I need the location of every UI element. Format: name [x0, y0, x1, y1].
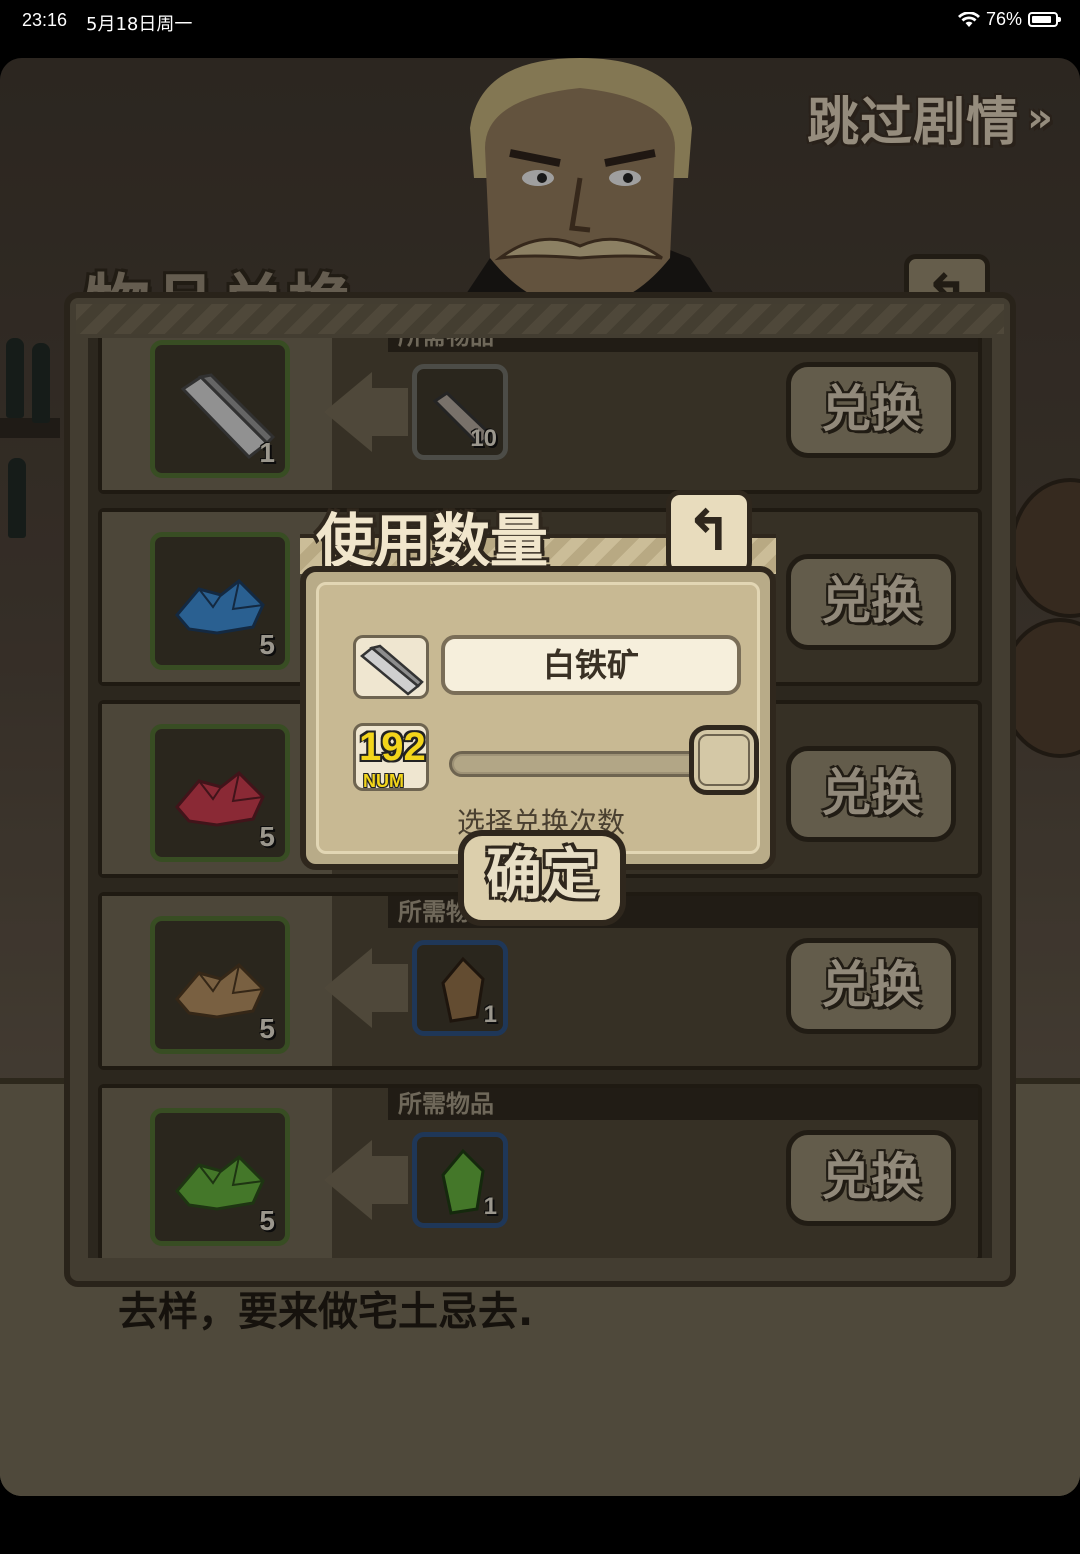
quantity-dialog: 白铁矿 192 NUM 选择兑换次数	[300, 566, 776, 870]
wifi-icon	[957, 11, 980, 27]
game-screen: 跳过剧情 » 去样，要来做宅土忌去. 物品兑换 ↰ 1 所需物品	[0, 58, 1080, 1496]
status-right: 76%	[957, 9, 1061, 30]
quantity-unit: NUM	[363, 771, 404, 791]
iron-bar-icon	[360, 644, 424, 696]
confirm-button[interactable]: 确定	[458, 830, 626, 926]
quantity-slider-track[interactable]	[449, 751, 709, 777]
battery-icon	[1028, 12, 1061, 27]
item-name: 白铁矿	[441, 635, 741, 695]
quantity-value: 192	[359, 725, 426, 769]
status-bar: 23:16 5月18日周一 76%	[0, 0, 1080, 44]
quantity-dialog-body: 白铁矿 192 NUM 选择兑换次数	[316, 582, 760, 854]
status-date: 5月18日周一	[86, 14, 193, 35]
quantity-slider-fill	[454, 756, 704, 772]
return-arrow-icon: ↰	[685, 499, 733, 564]
status-time: 23:16	[22, 10, 68, 30]
modal-back-button[interactable]: ↰	[666, 490, 752, 576]
quantity-slider-handle[interactable]	[689, 725, 759, 795]
battery-percent: 76%	[985, 9, 1022, 29]
selected-item-thumb	[353, 635, 429, 699]
